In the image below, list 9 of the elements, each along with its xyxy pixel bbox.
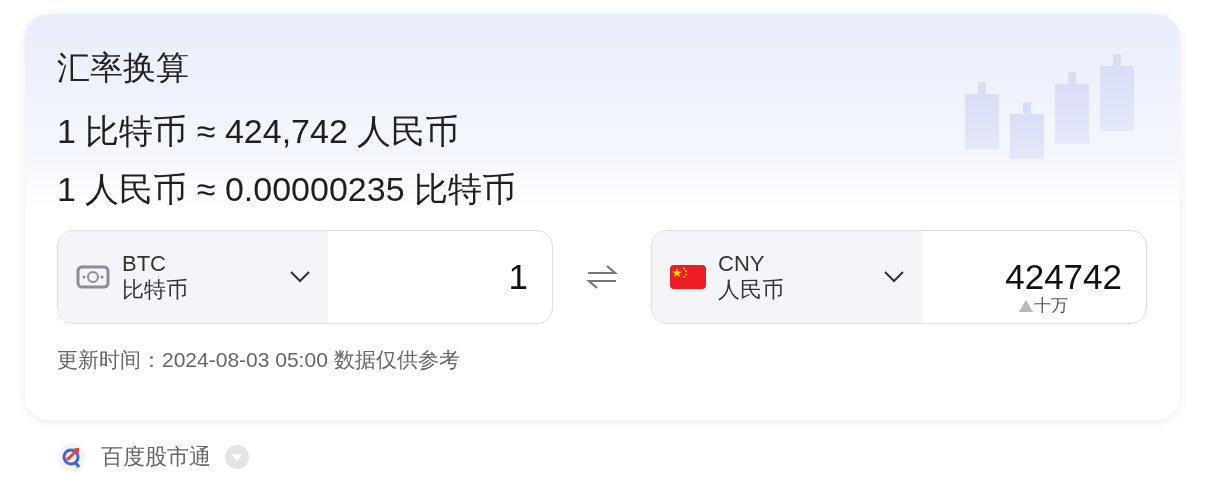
exchange-rate: 1 比特币 ≈ 424,742 人民币: [57, 111, 460, 152]
card-title: 汇率换算: [57, 48, 190, 88]
exchange-rate: 1 人民币 ≈ 0.00000235 比特币: [57, 169, 516, 210]
source-name[interactable]: 百度股市通: [101, 442, 211, 472]
candlestick: [1055, 72, 1089, 144]
candlestick: [1010, 102, 1044, 159]
update-time: 更新时间：2024-08-03 05:00 数据仅供参考: [57, 347, 461, 373]
logo-icon: [57, 442, 87, 472]
candlestick: [965, 82, 999, 149]
